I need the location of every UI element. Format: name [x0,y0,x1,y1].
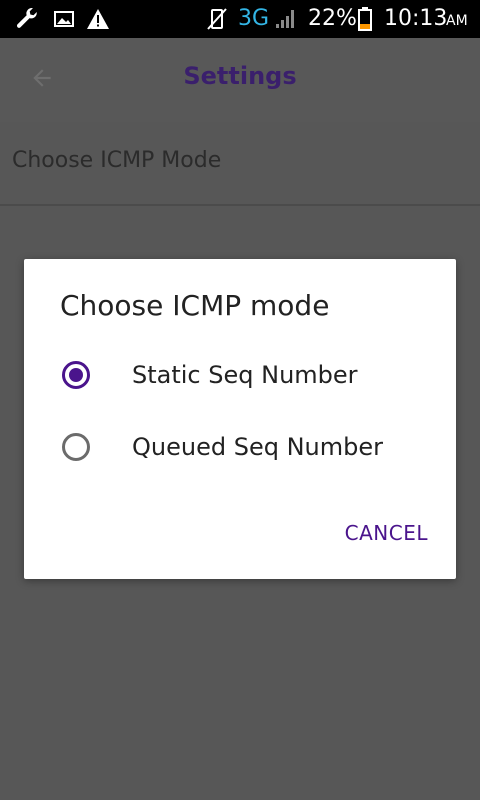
vibrate-off-icon [206,0,228,38]
wrench-icon [14,0,40,38]
radio-button-unchecked[interactable] [62,433,90,461]
option-label: Queued Seq Number [132,433,383,461]
icmp-mode-dialog: Choose ICMP mode Static Seq Number Queue… [24,259,456,579]
battery-percent: 22% [308,6,357,31]
option-queued-seq[interactable]: Queued Seq Number [24,419,456,479]
status-bar: 3G 22% 10:13 AM [0,0,480,38]
dialog-title: Choose ICMP mode [60,289,330,322]
clock-ampm: AM [446,13,468,29]
network-type: 3G [238,6,270,31]
battery-icon [358,0,372,38]
clock-time: 10:13 [384,6,448,31]
pref-icmp-mode-title: Choose ICMP Mode [12,148,222,173]
signal-icon [274,0,298,38]
pref-icmp-mode[interactable]: Choose ICMP Mode [0,122,480,206]
image-icon [54,0,74,38]
radio-button-checked[interactable] [62,361,90,389]
app-bar: Settings [0,38,480,122]
option-static-seq[interactable]: Static Seq Number [24,347,456,407]
cancel-button[interactable]: CANCEL [345,521,428,545]
page-title: Settings [183,62,297,90]
warning-icon [86,0,110,38]
option-label: Static Seq Number [132,361,358,389]
